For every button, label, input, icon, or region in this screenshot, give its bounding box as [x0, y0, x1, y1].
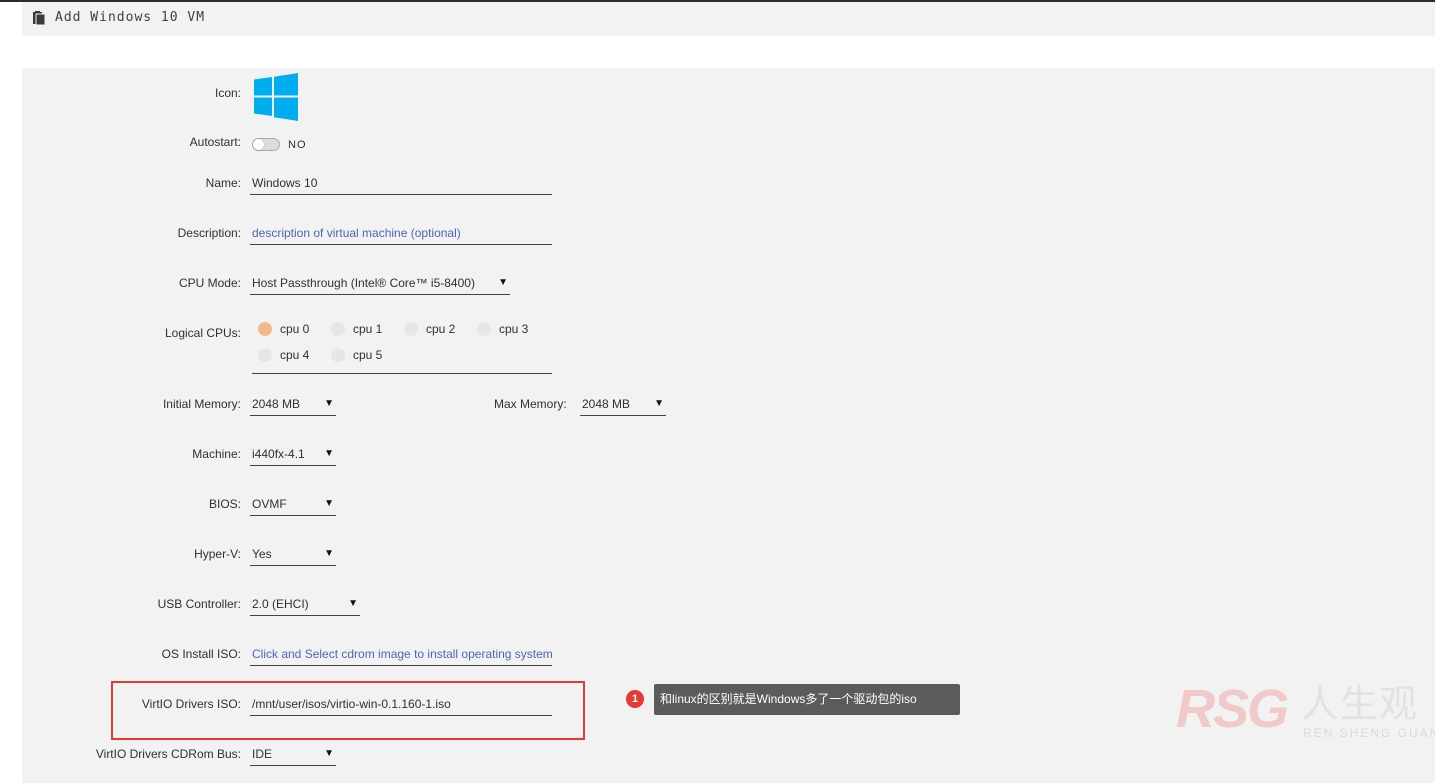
machine-select[interactable]: i440fx-4.1 ▼ — [250, 444, 336, 466]
toggle-knob — [253, 139, 264, 150]
cpu-label: cpu 5 — [353, 348, 383, 362]
page-title: Add Windows 10 VM — [55, 10, 206, 25]
machine-label: Machine: — [192, 447, 241, 461]
description-label: Description: — [177, 226, 241, 240]
caret-down-icon: ▼ — [324, 548, 334, 559]
caret-down-icon: ▼ — [498, 277, 508, 288]
radio-dot-icon — [258, 322, 272, 336]
radio-dot-icon — [258, 348, 272, 362]
os-install-iso-label: OS Install ISO: — [161, 647, 241, 661]
os-install-iso-input[interactable]: Click and Select cdrom image to install … — [250, 644, 552, 666]
caret-down-icon: ▼ — [654, 398, 664, 409]
autostart-label: Autostart: — [189, 135, 241, 149]
bios-value: OVMF — [252, 497, 287, 511]
bios-select[interactable]: OVMF ▼ — [250, 494, 336, 516]
cpu-mode-value: Host Passthrough (Intel® Core™ i5-8400) — [252, 276, 475, 290]
cpu-underline — [252, 373, 552, 374]
description-input[interactable]: description of virtual machine (optional… — [250, 223, 552, 245]
hyper-v-select[interactable]: Yes ▼ — [250, 544, 336, 566]
usb-controller-select[interactable]: 2.0 (EHCI) ▼ — [250, 594, 360, 616]
virtio-cdrom-bus-value: IDE — [252, 747, 273, 761]
watermark-brand: RSG — [1176, 679, 1289, 739]
initial-memory-select[interactable]: 2048 MB ▼ — [250, 394, 336, 416]
radio-dot-icon — [331, 348, 345, 362]
virtio-cdrom-bus-select[interactable]: IDE ▼ — [250, 744, 336, 766]
watermark-chinese: 人生观 — [1301, 682, 1419, 726]
cpu-label: cpu 0 — [280, 322, 310, 336]
hyper-v-value: Yes — [252, 547, 272, 561]
usb-controller-label: USB Controller: — [157, 597, 241, 611]
radio-dot-icon — [404, 322, 418, 336]
name-label: Name: — [205, 176, 241, 190]
watermark: RSG 人生观 REN SHENG GUAN — [1176, 680, 1435, 740]
watermark-subtitle: REN SHENG GUAN — [1303, 726, 1435, 740]
initial-memory-value: 2048 MB — [252, 397, 301, 411]
caret-down-icon: ▼ — [348, 598, 358, 609]
max-memory-value: 2048 MB — [582, 397, 631, 411]
cpu-label: cpu 2 — [426, 322, 456, 336]
cpu-checkbox-3[interactable]: cpu 3 — [477, 321, 529, 337]
highlight-box — [111, 681, 585, 740]
cpu-mode-select[interactable]: Host Passthrough (Intel® Core™ i5-8400) … — [250, 273, 510, 295]
cpu-label: cpu 1 — [353, 322, 383, 336]
icon-label: Icon: — [214, 86, 241, 100]
usb-controller-value: 2.0 (EHCI) — [252, 597, 309, 611]
cpu-label: cpu 4 — [280, 348, 310, 362]
max-memory-label: Max Memory: — [494, 397, 567, 411]
caret-down-icon: ▼ — [324, 448, 334, 459]
bios-label: BIOS: — [208, 497, 241, 511]
cpu-checkbox-2[interactable]: cpu 2 — [404, 321, 456, 337]
caret-down-icon: ▼ — [324, 398, 334, 409]
cpu-mode-label: CPU Mode: — [178, 276, 241, 290]
name-input[interactable]: Windows 10 — [250, 173, 552, 195]
max-memory-select[interactable]: 2048 MB ▼ — [580, 394, 666, 416]
cpu-checkbox-0[interactable]: cpu 0 — [258, 321, 310, 337]
cpu-label: cpu 3 — [499, 322, 529, 336]
title-bar: Add Windows 10 VM — [22, 2, 1435, 36]
annotation-number-badge: 1 — [626, 690, 644, 708]
autostart-state: NO — [288, 139, 307, 151]
clipboard-icon — [33, 11, 46, 25]
hyper-v-label: Hyper-V: — [194, 547, 241, 561]
autostart-toggle[interactable] — [252, 138, 280, 151]
initial-memory-label: Initial Memory: — [162, 397, 241, 411]
cpu-checkbox-5[interactable]: cpu 5 — [331, 347, 383, 363]
cpu-checkbox-4[interactable]: cpu 4 — [258, 347, 310, 363]
caret-down-icon: ▼ — [324, 498, 334, 509]
logical-cpus-label: Logical CPUs: — [164, 326, 241, 340]
annotation-note: 和linux的区别就是Windows多了一个驱动包的iso — [654, 684, 960, 715]
caret-down-icon: ▼ — [324, 748, 334, 759]
radio-dot-icon — [477, 322, 491, 336]
cpu-checkbox-1[interactable]: cpu 1 — [331, 321, 383, 337]
virtio-cdrom-bus-label: VirtIO Drivers CDRom Bus: — [95, 747, 241, 761]
machine-value: i440fx-4.1 — [252, 447, 305, 461]
windows-logo-icon[interactable] — [254, 73, 298, 121]
radio-dot-icon — [331, 322, 345, 336]
